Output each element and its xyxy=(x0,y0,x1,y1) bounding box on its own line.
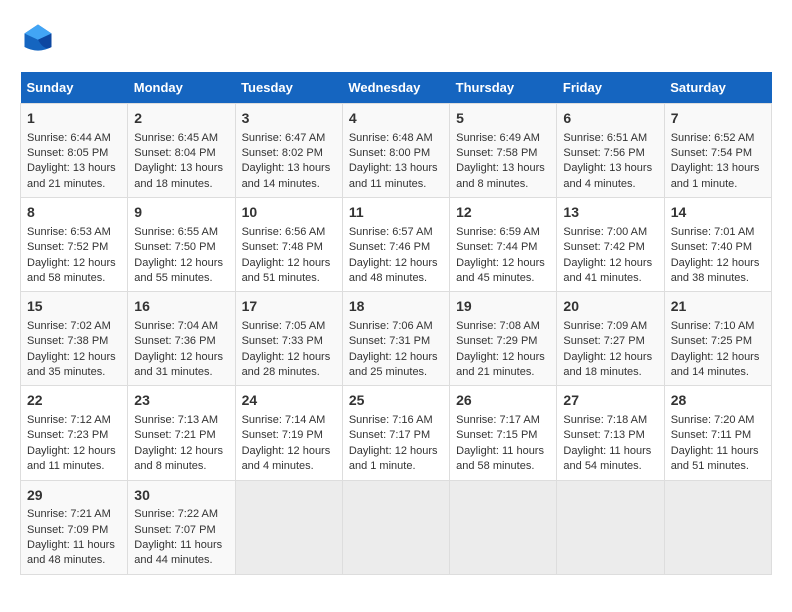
calendar-cell xyxy=(342,480,449,574)
calendar-cell: 26Sunrise: 7:17 AMSunset: 7:15 PMDayligh… xyxy=(450,386,557,480)
calendar-cell xyxy=(557,480,664,574)
day-number: 20 xyxy=(563,297,657,317)
day-number: 5 xyxy=(456,109,550,129)
calendar-row: 8Sunrise: 6:53 AMSunset: 7:52 PMDaylight… xyxy=(21,198,772,292)
calendar-row: 29Sunrise: 7:21 AMSunset: 7:09 PMDayligh… xyxy=(21,480,772,574)
calendar-cell: 21Sunrise: 7:10 AMSunset: 7:25 PMDayligh… xyxy=(664,292,771,386)
calendar-cell: 15Sunrise: 7:02 AMSunset: 7:38 PMDayligh… xyxy=(21,292,128,386)
day-of-week-header: Monday xyxy=(128,72,235,104)
calendar-cell: 4Sunrise: 6:48 AMSunset: 8:00 PMDaylight… xyxy=(342,104,449,198)
calendar-cell: 18Sunrise: 7:06 AMSunset: 7:31 PMDayligh… xyxy=(342,292,449,386)
day-number: 23 xyxy=(134,391,228,411)
calendar-cell: 13Sunrise: 7:00 AMSunset: 7:42 PMDayligh… xyxy=(557,198,664,292)
day-number: 25 xyxy=(349,391,443,411)
calendar-cell: 23Sunrise: 7:13 AMSunset: 7:21 PMDayligh… xyxy=(128,386,235,480)
calendar-cell: 7Sunrise: 6:52 AMSunset: 7:54 PMDaylight… xyxy=(664,104,771,198)
day-number: 6 xyxy=(563,109,657,129)
day-of-week-header: Sunday xyxy=(21,72,128,104)
calendar-cell: 24Sunrise: 7:14 AMSunset: 7:19 PMDayligh… xyxy=(235,386,342,480)
calendar-cell: 3Sunrise: 6:47 AMSunset: 8:02 PMDaylight… xyxy=(235,104,342,198)
calendar-cell: 2Sunrise: 6:45 AMSunset: 8:04 PMDaylight… xyxy=(128,104,235,198)
calendar-cell: 27Sunrise: 7:18 AMSunset: 7:13 PMDayligh… xyxy=(557,386,664,480)
calendar-cell: 17Sunrise: 7:05 AMSunset: 7:33 PMDayligh… xyxy=(235,292,342,386)
day-number: 27 xyxy=(563,391,657,411)
day-number: 3 xyxy=(242,109,336,129)
day-number: 22 xyxy=(27,391,121,411)
day-number: 29 xyxy=(27,486,121,506)
calendar-cell: 25Sunrise: 7:16 AMSunset: 7:17 PMDayligh… xyxy=(342,386,449,480)
calendar-cell: 16Sunrise: 7:04 AMSunset: 7:36 PMDayligh… xyxy=(128,292,235,386)
day-number: 8 xyxy=(27,203,121,223)
calendar-cell: 20Sunrise: 7:09 AMSunset: 7:27 PMDayligh… xyxy=(557,292,664,386)
day-number: 9 xyxy=(134,203,228,223)
day-number: 28 xyxy=(671,391,765,411)
day-number: 14 xyxy=(671,203,765,223)
calendar-cell: 12Sunrise: 6:59 AMSunset: 7:44 PMDayligh… xyxy=(450,198,557,292)
day-number: 4 xyxy=(349,109,443,129)
day-of-week-header: Wednesday xyxy=(342,72,449,104)
calendar-cell xyxy=(664,480,771,574)
calendar-cell: 10Sunrise: 6:56 AMSunset: 7:48 PMDayligh… xyxy=(235,198,342,292)
calendar-cell: 9Sunrise: 6:55 AMSunset: 7:50 PMDaylight… xyxy=(128,198,235,292)
calendar-cell: 28Sunrise: 7:20 AMSunset: 7:11 PMDayligh… xyxy=(664,386,771,480)
calendar-cell: 14Sunrise: 7:01 AMSunset: 7:40 PMDayligh… xyxy=(664,198,771,292)
calendar-table: SundayMondayTuesdayWednesdayThursdayFrid… xyxy=(20,72,772,575)
calendar-cell: 6Sunrise: 6:51 AMSunset: 7:56 PMDaylight… xyxy=(557,104,664,198)
day-number: 7 xyxy=(671,109,765,129)
logo-icon xyxy=(20,20,56,56)
logo xyxy=(20,20,62,56)
day-number: 21 xyxy=(671,297,765,317)
day-number: 30 xyxy=(134,486,228,506)
day-number: 2 xyxy=(134,109,228,129)
day-number: 15 xyxy=(27,297,121,317)
calendar-cell: 8Sunrise: 6:53 AMSunset: 7:52 PMDaylight… xyxy=(21,198,128,292)
calendar-row: 15Sunrise: 7:02 AMSunset: 7:38 PMDayligh… xyxy=(21,292,772,386)
calendar-cell xyxy=(450,480,557,574)
calendar-cell: 19Sunrise: 7:08 AMSunset: 7:29 PMDayligh… xyxy=(450,292,557,386)
calendar-cell: 5Sunrise: 6:49 AMSunset: 7:58 PMDaylight… xyxy=(450,104,557,198)
calendar-row: 1Sunrise: 6:44 AMSunset: 8:05 PMDaylight… xyxy=(21,104,772,198)
day-number: 13 xyxy=(563,203,657,223)
calendar-header-row: SundayMondayTuesdayWednesdayThursdayFrid… xyxy=(21,72,772,104)
calendar-cell: 22Sunrise: 7:12 AMSunset: 7:23 PMDayligh… xyxy=(21,386,128,480)
day-number: 26 xyxy=(456,391,550,411)
day-of-week-header: Friday xyxy=(557,72,664,104)
page-header xyxy=(20,20,772,56)
day-number: 18 xyxy=(349,297,443,317)
day-number: 10 xyxy=(242,203,336,223)
day-number: 1 xyxy=(27,109,121,129)
calendar-cell: 1Sunrise: 6:44 AMSunset: 8:05 PMDaylight… xyxy=(21,104,128,198)
calendar-cell: 11Sunrise: 6:57 AMSunset: 7:46 PMDayligh… xyxy=(342,198,449,292)
day-number: 17 xyxy=(242,297,336,317)
calendar-cell xyxy=(235,480,342,574)
day-number: 16 xyxy=(134,297,228,317)
calendar-cell: 29Sunrise: 7:21 AMSunset: 7:09 PMDayligh… xyxy=(21,480,128,574)
day-number: 19 xyxy=(456,297,550,317)
day-of-week-header: Thursday xyxy=(450,72,557,104)
calendar-row: 22Sunrise: 7:12 AMSunset: 7:23 PMDayligh… xyxy=(21,386,772,480)
day-number: 24 xyxy=(242,391,336,411)
calendar-cell: 30Sunrise: 7:22 AMSunset: 7:07 PMDayligh… xyxy=(128,480,235,574)
day-number: 11 xyxy=(349,203,443,223)
day-of-week-header: Tuesday xyxy=(235,72,342,104)
day-of-week-header: Saturday xyxy=(664,72,771,104)
day-number: 12 xyxy=(456,203,550,223)
